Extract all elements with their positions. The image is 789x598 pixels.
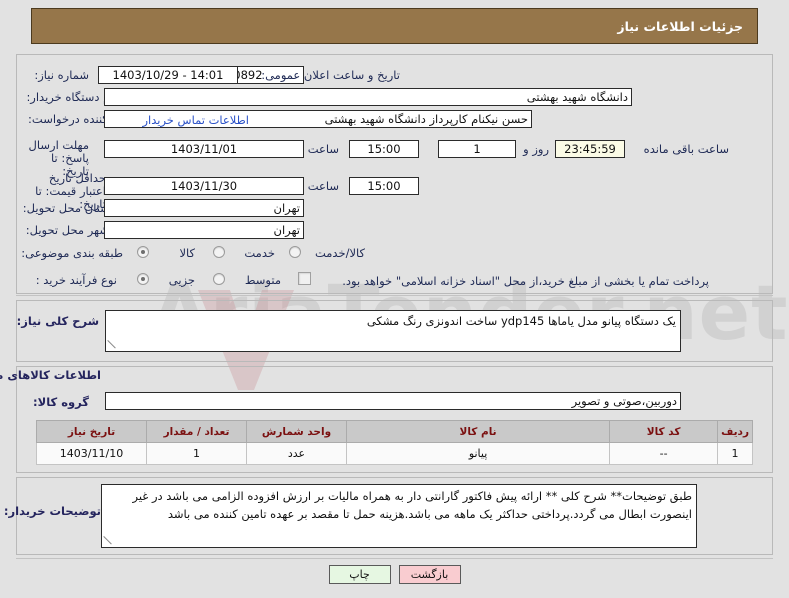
col-row: ردیف: [717, 420, 753, 443]
response-deadline-time[interactable]: 15:00: [349, 140, 419, 158]
treasury-documents-checkbox[interactable]: [298, 272, 311, 285]
goods-section-title: اطلاعات کالاهای مورد نیاز: [0, 368, 101, 382]
buyer-org-field[interactable]: دانشگاه شهید بهشتی: [104, 88, 632, 106]
cell-quantity: 1: [146, 442, 247, 465]
radio-subject-kala-khedmat-label: کالا/خدمت: [314, 246, 365, 260]
buyer-contact-link[interactable]: اطلاعات تماس خریدار: [142, 112, 249, 128]
delivery-city-field[interactable]: تهران: [104, 221, 304, 239]
radio-process-jozi[interactable]: [137, 273, 149, 285]
col-name: نام کالا: [345, 420, 611, 443]
general-description-text: یک دستگاه پیانو مدل یاماها ydp145 ساخت ا…: [366, 314, 676, 328]
buyer-notes-textarea[interactable]: طبق توضیحات** شرح کلی ** ارائه پیش فاکتو…: [101, 484, 697, 548]
need-number-label: شماره نیاز:: [34, 68, 89, 82]
radio-subject-kala[interactable]: [137, 246, 149, 258]
remaining-days-field[interactable]: 1: [438, 140, 516, 158]
radio-subject-kala-khedmat[interactable]: [289, 246, 301, 258]
public-announce-field[interactable]: 14:01 - 1403/10/29: [98, 66, 238, 84]
radio-subject-khedmat-label: خدمت: [244, 246, 275, 260]
radio-subject-khedmat[interactable]: [213, 246, 225, 258]
radio-process-motevaset-label: متوسط: [244, 273, 281, 287]
page-header: جزئیات اطلاعات نیاز: [31, 8, 758, 44]
button-row: بازگشت چاپ: [0, 565, 789, 584]
cell-unit: عدد: [246, 442, 347, 465]
cell-need-date: 1403/11/10: [36, 442, 147, 465]
purchase-process-label: نوع فرآیند خرید :: [35, 273, 117, 287]
buyer-notes-text: طبق توضیحات** شرح کلی ** ارائه پیش فاکتو…: [132, 489, 692, 521]
print-button[interactable]: چاپ: [328, 565, 391, 584]
countdown-field: 23:45:59: [555, 140, 625, 158]
subject-category-label: طبقه بندی موضوعی:: [21, 246, 123, 260]
buyer-notes-label: توضیحات خریدار:: [3, 504, 101, 518]
notes-resize-grip-icon[interactable]: [103, 536, 114, 546]
price-validity-time[interactable]: 15:00: [349, 177, 419, 195]
buyer-org-label: نام دستگاه خریدار:: [26, 90, 117, 104]
countdown-label: ساعت باقی مانده: [643, 142, 729, 156]
section-divider-1: [16, 295, 773, 296]
goods-group-label: گروه کالا:: [33, 395, 89, 409]
resize-grip-icon[interactable]: [107, 340, 118, 350]
response-deadline-date[interactable]: 1403/11/01: [104, 140, 304, 158]
public-announce-label: تاریخ و ساعت اعلان عمومی:: [261, 68, 400, 82]
back-button[interactable]: بازگشت: [398, 565, 461, 584]
price-validity-time-label: ساعت: [307, 179, 339, 193]
goods-group-field[interactable]: دوربین،صوتی و تصویر: [105, 392, 681, 410]
delivery-province-field[interactable]: تهران: [104, 199, 304, 217]
general-description-textarea[interactable]: یک دستگاه پیانو مدل یاماها ydp145 ساخت ا…: [105, 310, 681, 352]
goods-table-header-row: ردیف کد کالا نام کالا واحد شمارش تعداد /…: [36, 420, 753, 443]
cell-code: --: [609, 442, 719, 465]
radio-process-jozi-label: جزیی: [168, 273, 195, 287]
table-row[interactable]: 1 -- پیانو عدد 1 1403/11/10: [36, 442, 753, 465]
radio-subject-kala-label: کالا: [179, 246, 195, 260]
col-quantity: تعداد / مقدار: [146, 420, 247, 443]
col-need-date: تاریخ نیاز: [36, 420, 147, 443]
page-root: AriaTender.net جزئیات اطلاعات نیاز شماره…: [0, 0, 789, 598]
cell-row: 1: [717, 442, 753, 465]
remaining-days-label: روز و: [523, 142, 549, 156]
col-code: کد کالا: [609, 420, 719, 443]
treasury-documents-label: پرداخت تمام یا بخشی از مبلغ خرید،از محل …: [342, 274, 709, 288]
response-deadline-time-label: ساعت: [307, 142, 339, 156]
cell-name: پیانو: [345, 442, 611, 465]
general-description-label: شرح کلی نیاز:: [16, 314, 99, 328]
col-unit: واحد شمارش: [246, 420, 347, 443]
delivery-city-label: شهر محل تحویل:: [25, 223, 109, 237]
goods-table: ردیف کد کالا نام کالا واحد شمارش تعداد /…: [36, 420, 753, 465]
page-title: جزئیات اطلاعات نیاز: [617, 18, 743, 34]
section-divider-2: [16, 558, 773, 559]
delivery-province-label: استان محل تحویل:: [22, 201, 113, 215]
price-validity-date[interactable]: 1403/11/30: [104, 177, 304, 195]
radio-process-motevaset[interactable]: [213, 273, 225, 285]
